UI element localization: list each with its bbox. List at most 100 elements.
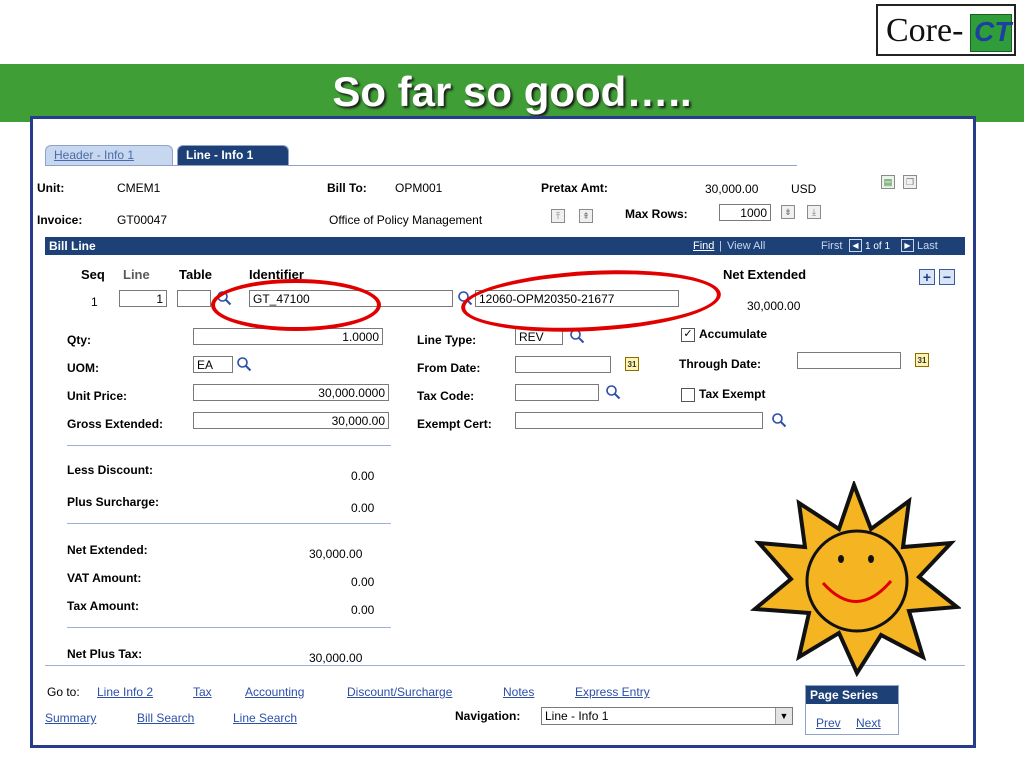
first-label: First <box>821 240 843 252</box>
exempt-cert-label: Exempt Cert: <box>417 417 492 431</box>
invoice-value: GT00047 <box>117 213 168 227</box>
pretax-amt-label: Pretax Amt: <box>541 181 608 195</box>
gross-extended-label: Gross Extended: <box>67 417 164 431</box>
spreadsheet-icon[interactable]: ▤ <box>881 175 895 189</box>
link-bill-search[interactable]: Bill Search <box>137 711 194 725</box>
link-express-entry[interactable]: Express Entry <box>575 685 650 699</box>
less-discount-value: 0.00 <box>351 469 375 483</box>
max-rows-label: Max Rows: <box>625 207 688 221</box>
link-notes[interactable]: Notes <box>503 685 534 699</box>
separator-pipe: | <box>719 240 722 252</box>
col-line: Line <box>123 267 150 282</box>
unit-label: Unit: <box>37 181 65 195</box>
last-row-button[interactable]: ⤓ <box>807 205 821 219</box>
page-series-title: Page Series <box>806 686 898 704</box>
tax-exempt-checkbox[interactable] <box>681 388 695 402</box>
separator-1 <box>67 445 391 446</box>
next-link[interactable]: Next <box>856 716 881 730</box>
net-plus-tax-label: Net Plus Tax: <box>67 647 143 661</box>
bill-to-name: Office of Policy Management <box>329 213 483 227</box>
col-table: Table <box>179 267 212 282</box>
navigation-label: Navigation: <box>455 709 521 723</box>
view-all-link[interactable]: View All <box>727 240 765 252</box>
delete-row-icon[interactable]: − <box>939 269 955 285</box>
bill-line-header-bar: Bill Line Find | View All First ◀ 1 of 1… <box>45 237 965 255</box>
seq-value: 1 <box>91 295 98 309</box>
vat-amount-value: 0.00 <box>351 575 375 589</box>
max-rows-input[interactable]: 1000 <box>719 204 771 221</box>
tax-code-lookup-icon[interactable] <box>605 384 621 400</box>
logo-accent: CT <box>974 16 1012 47</box>
link-line-info-2[interactable]: Line Info 2 <box>97 685 153 699</box>
prev-row-button[interactable]: ⇞ <box>579 209 593 223</box>
line-type-label: Line Type: <box>417 333 477 347</box>
navigation-select[interactable]: Line - Info 1 ▼ <box>541 707 793 725</box>
bill-to-value: OPM001 <box>395 181 443 195</box>
unit-value: CMEM1 <box>117 181 161 195</box>
through-date-calendar-icon[interactable]: 31 <box>915 353 929 367</box>
tax-amount-label: Tax Amount: <box>67 599 139 613</box>
link-summary[interactable]: Summary <box>45 711 96 725</box>
last-arrow-icon[interactable]: ▶ <box>901 239 914 252</box>
tab-baseline <box>45 165 797 166</box>
goto-label: Go to: <box>47 685 80 699</box>
link-tax[interactable]: Tax <box>193 685 212 699</box>
from-date-calendar-icon[interactable]: 31 <box>625 357 639 371</box>
tab-line-label: Line - Info 1 <box>186 148 254 162</box>
from-date-input[interactable] <box>515 356 611 373</box>
logo-ct-badge: CT <box>970 14 1012 52</box>
identifier-highlight-oval <box>211 279 381 331</box>
link-discount-surcharge[interactable]: Discount/Surcharge <box>347 685 452 699</box>
uom-input[interactable]: EA <box>193 356 233 373</box>
separator-3 <box>67 627 391 628</box>
exempt-cert-input[interactable] <box>515 412 763 429</box>
accumulate-checkbox[interactable]: ✓ <box>681 328 695 342</box>
less-discount-label: Less Discount: <box>67 463 154 477</box>
tax-exempt-label: Tax Exempt <box>699 387 766 401</box>
link-accounting[interactable]: Accounting <box>245 685 304 699</box>
prev-link[interactable]: Prev <box>816 716 841 730</box>
plus-surcharge-label: Plus Surcharge: <box>67 495 160 509</box>
app-window: Header - Info 1 Line - Info 1 Unit: CMEM… <box>30 116 976 748</box>
first-arrow-icon[interactable]: ◀ <box>849 239 862 252</box>
tab-header-info-1[interactable]: Header - Info 1 <box>45 145 173 165</box>
line-input[interactable]: 1 <box>119 290 167 307</box>
net-extended-total-value: 30,000.00 <box>309 547 363 561</box>
tax-amount-value: 0.00 <box>351 603 375 617</box>
col-seq: Seq <box>81 267 105 282</box>
last-label: Last <box>917 240 938 252</box>
chevron-down-icon[interactable]: ▼ <box>775 708 792 724</box>
through-date-input[interactable] <box>797 352 901 369</box>
vat-amount-label: VAT Amount: <box>67 571 142 585</box>
gross-extended-input[interactable]: 30,000.00 <box>193 412 389 429</box>
find-link[interactable]: Find <box>693 240 714 252</box>
tax-code-label: Tax Code: <box>417 389 475 403</box>
col-net-extended: Net Extended <box>723 267 807 282</box>
link-line-search[interactable]: Line Search <box>233 711 297 725</box>
copy-icon[interactable]: ❐ <box>903 175 917 189</box>
invoice-label: Invoice: <box>37 213 83 227</box>
core-ct-logo: Core- CT <box>876 4 1016 56</box>
page-of-label: 1 of 1 <box>865 241 891 252</box>
tab-header-label: Header - Info 1 <box>54 148 135 162</box>
logo-text: Core- <box>886 12 964 49</box>
unit-price-label: Unit Price: <box>67 389 128 403</box>
accumulate-label: Accumulate <box>699 327 768 341</box>
bill-to-label: Bill To: <box>327 181 367 195</box>
page-series-box: Page Series Prev Next <box>805 685 899 735</box>
uom-lookup-icon[interactable] <box>236 356 252 372</box>
net-extended-total-label: Net Extended: <box>67 543 148 557</box>
exempt-cert-lookup-icon[interactable] <box>771 412 787 428</box>
next-row-button[interactable]: ⇟ <box>781 205 795 219</box>
table-input[interactable] <box>177 290 211 307</box>
separator-2 <box>67 523 391 524</box>
tax-code-input[interactable] <box>515 384 599 401</box>
uom-label: UOM: <box>67 361 99 375</box>
through-date-label: Through Date: <box>679 357 761 371</box>
tab-line-info-1[interactable]: Line - Info 1 <box>177 145 289 165</box>
unit-price-input[interactable]: 30,000.0000 <box>193 384 389 401</box>
first-row-button[interactable]: ⤒ <box>551 209 565 223</box>
qty-label: Qty: <box>67 333 91 347</box>
add-row-icon[interactable]: + <box>919 269 935 285</box>
net-plus-tax-value: 30,000.00 <box>309 651 363 665</box>
